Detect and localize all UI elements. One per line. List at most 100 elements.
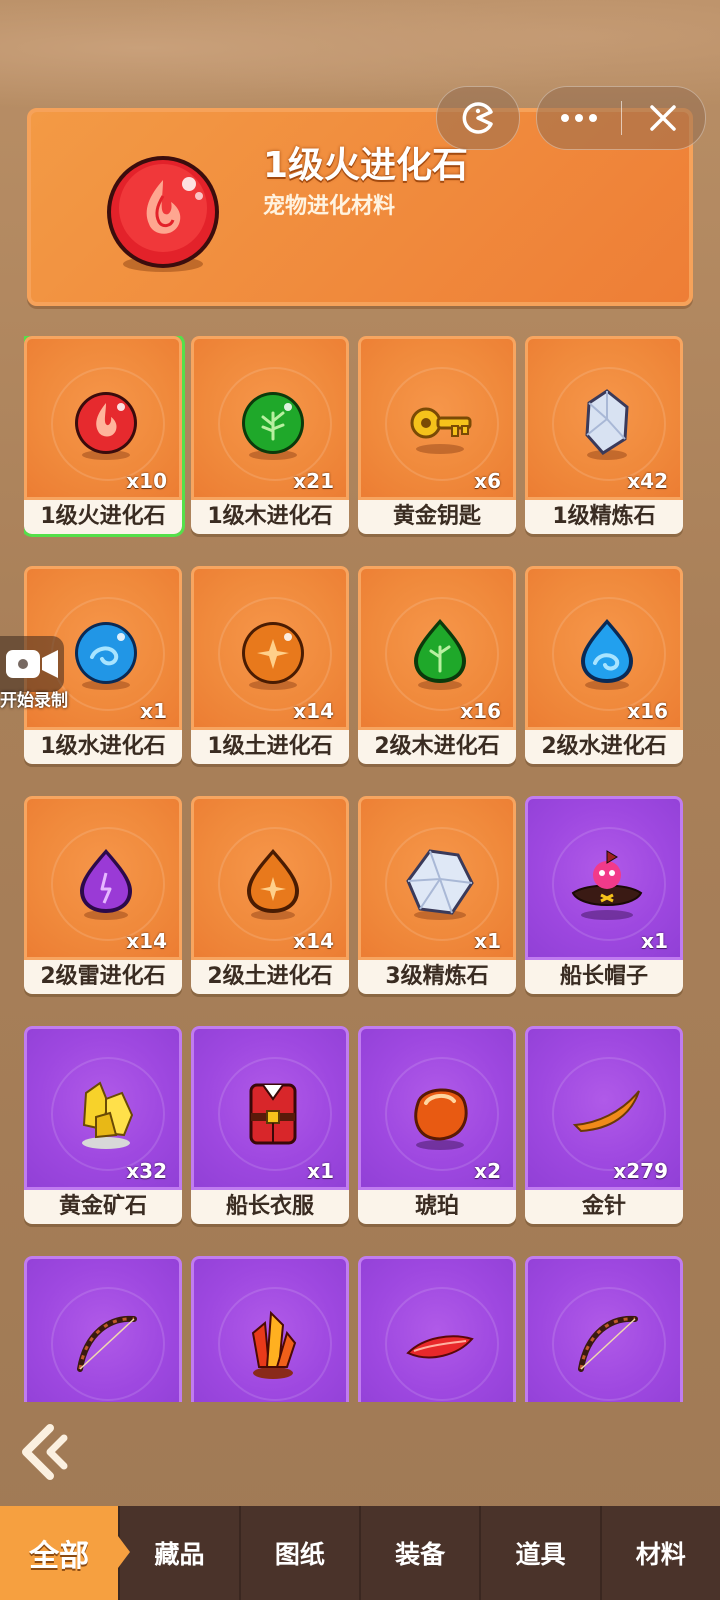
water-drop-icon: [581, 619, 633, 690]
item-count: x1: [307, 1159, 334, 1183]
item-card[interactable]: x1 船长衣服: [191, 1026, 349, 1224]
item-card[interactable]: x14 1级土进化石: [191, 566, 349, 764]
tab-all[interactable]: 全部: [0, 1506, 131, 1600]
detail-subtitle: 宠物进化材料: [263, 194, 396, 219]
item-card[interactable]: x1 3级精炼石: [358, 796, 516, 994]
item-card-face: x6: [358, 336, 516, 500]
menu-capsule: [536, 86, 706, 150]
gold-ore-icon: [82, 1081, 134, 1149]
category-tab-bar: 全部 藏品 图纸 装备 道具 材料: [0, 1506, 720, 1600]
item-grid: x10 1级火进化石 x21 1级木进化石 x6 黄金钥匙 x42 1级精炼石 x1 1级水进化石…: [24, 336, 696, 1402]
tab-props[interactable]: 道具: [479, 1506, 599, 1600]
item-card[interactable]: x16 2级水进化石: [525, 566, 683, 764]
item-card-face: x1: [191, 1026, 349, 1190]
more-dots-icon: [560, 114, 597, 122]
tab-collectibles[interactable]: 藏品: [118, 1506, 238, 1600]
item-card-face: x14: [24, 796, 182, 960]
item-label: 黄金钥匙: [358, 500, 516, 534]
item-label: 1级火进化石: [24, 500, 182, 534]
item-count: x42: [627, 469, 668, 493]
detail-title: 1级火进化石: [263, 145, 469, 186]
item-card-face: x21: [191, 336, 349, 500]
earth-drop-icon: [247, 849, 299, 920]
fire-orb-icon: [107, 156, 219, 272]
item-card[interactable]: x16 2级木进化石: [358, 566, 516, 764]
item-card-face: x14: [191, 796, 349, 960]
item-count: x1: [474, 929, 501, 953]
item-card[interactable]: x32 黄金矿石: [24, 1026, 182, 1224]
item-card[interactable]: x1 船长帽子: [525, 796, 683, 994]
item-label: 黄金矿石: [24, 1190, 182, 1224]
item-card[interactable]: x6 黄金钥匙: [358, 336, 516, 534]
close-button[interactable]: [622, 103, 706, 133]
fire-orb-icon: [75, 392, 137, 460]
video-camera-icon: [6, 650, 58, 678]
item-card-face: x1: [525, 796, 683, 960]
item-label: 2级土进化石: [191, 960, 349, 994]
item-label: 船长帽子: [525, 960, 683, 994]
item-label: 琥珀: [358, 1190, 516, 1224]
item-card[interactable]: [525, 1256, 683, 1402]
item-card-face: x10: [24, 336, 182, 500]
item-card[interactable]: x279 金针: [525, 1026, 683, 1224]
item-card[interactable]: [24, 1256, 182, 1402]
amber-icon: [414, 1088, 468, 1150]
item-card-face: x2: [358, 1026, 516, 1190]
item-count: x16: [460, 699, 501, 723]
water-orb-icon: [75, 622, 137, 690]
item-card[interactable]: x42 1级精炼石: [525, 336, 683, 534]
item-card[interactable]: x2 琥珀: [358, 1026, 516, 1224]
item-card-face: x14: [191, 566, 349, 730]
item-card[interactable]: x14 2级土进化石: [191, 796, 349, 994]
item-card[interactable]: [358, 1256, 516, 1402]
refine-stone-icon: [585, 389, 629, 460]
item-card[interactable]: x10 1级火进化石: [24, 336, 182, 534]
item-card-face: [24, 1256, 182, 1402]
item-count: x14: [293, 929, 334, 953]
tab-blueprints[interactable]: 图纸: [238, 1506, 359, 1600]
item-card[interactable]: [191, 1256, 349, 1402]
item-card[interactable]: x21 1级木进化石: [191, 336, 349, 534]
item-label: 1级精炼石: [525, 500, 683, 534]
item-label: 2级木进化石: [358, 730, 516, 764]
bow-icon: [578, 1315, 638, 1372]
item-label: 金针: [525, 1190, 683, 1224]
item-count: x10: [126, 469, 167, 493]
red-feather-icon: [406, 1335, 474, 1359]
item-card-face: [525, 1256, 683, 1402]
tab-materials[interactable]: 材料: [599, 1506, 720, 1600]
item-label: 1级木进化石: [191, 500, 349, 534]
back-chevron-icon[interactable]: [20, 1424, 70, 1480]
more-options-button[interactable]: [537, 112, 621, 124]
captain-coat-icon: [249, 1083, 297, 1145]
item-label: 船长衣服: [191, 1190, 349, 1224]
item-count: x2: [474, 1159, 501, 1183]
item-label: 2级水进化石: [525, 730, 683, 764]
item-count: x14: [126, 929, 167, 953]
bow-icon: [77, 1315, 137, 1372]
red-crystal-icon: [251, 1310, 297, 1379]
thunder-drop-icon: [80, 849, 132, 920]
tab-equipment[interactable]: 装备: [358, 1506, 479, 1600]
item-card-face: [358, 1256, 516, 1402]
item-card-face: x16: [525, 566, 683, 730]
item-count: x1: [140, 699, 167, 723]
item-count: x1: [641, 929, 668, 953]
close-icon: [650, 105, 676, 131]
big-refine-stone-icon: [406, 849, 474, 920]
item-card-face: x279: [525, 1026, 683, 1190]
item-card[interactable]: x14 2级雷进化石: [24, 796, 182, 994]
item-label: 3级精炼石: [358, 960, 516, 994]
captain-hat-icon: [571, 850, 643, 920]
start-recording-label: 开始录制: [0, 691, 68, 711]
item-count: x21: [293, 469, 334, 493]
gold-key-icon: [410, 407, 472, 454]
item-card-face: x1: [358, 796, 516, 960]
item-label: 1级土进化石: [191, 730, 349, 764]
pacman-capsule-button[interactable]: [436, 86, 520, 150]
item-label: 1级水进化石: [24, 730, 182, 764]
item-card-face: x32: [24, 1026, 182, 1190]
item-card-face: [191, 1256, 349, 1402]
start-recording-button[interactable]: 开始录制: [0, 636, 68, 716]
wood-drop-icon: [414, 619, 466, 690]
